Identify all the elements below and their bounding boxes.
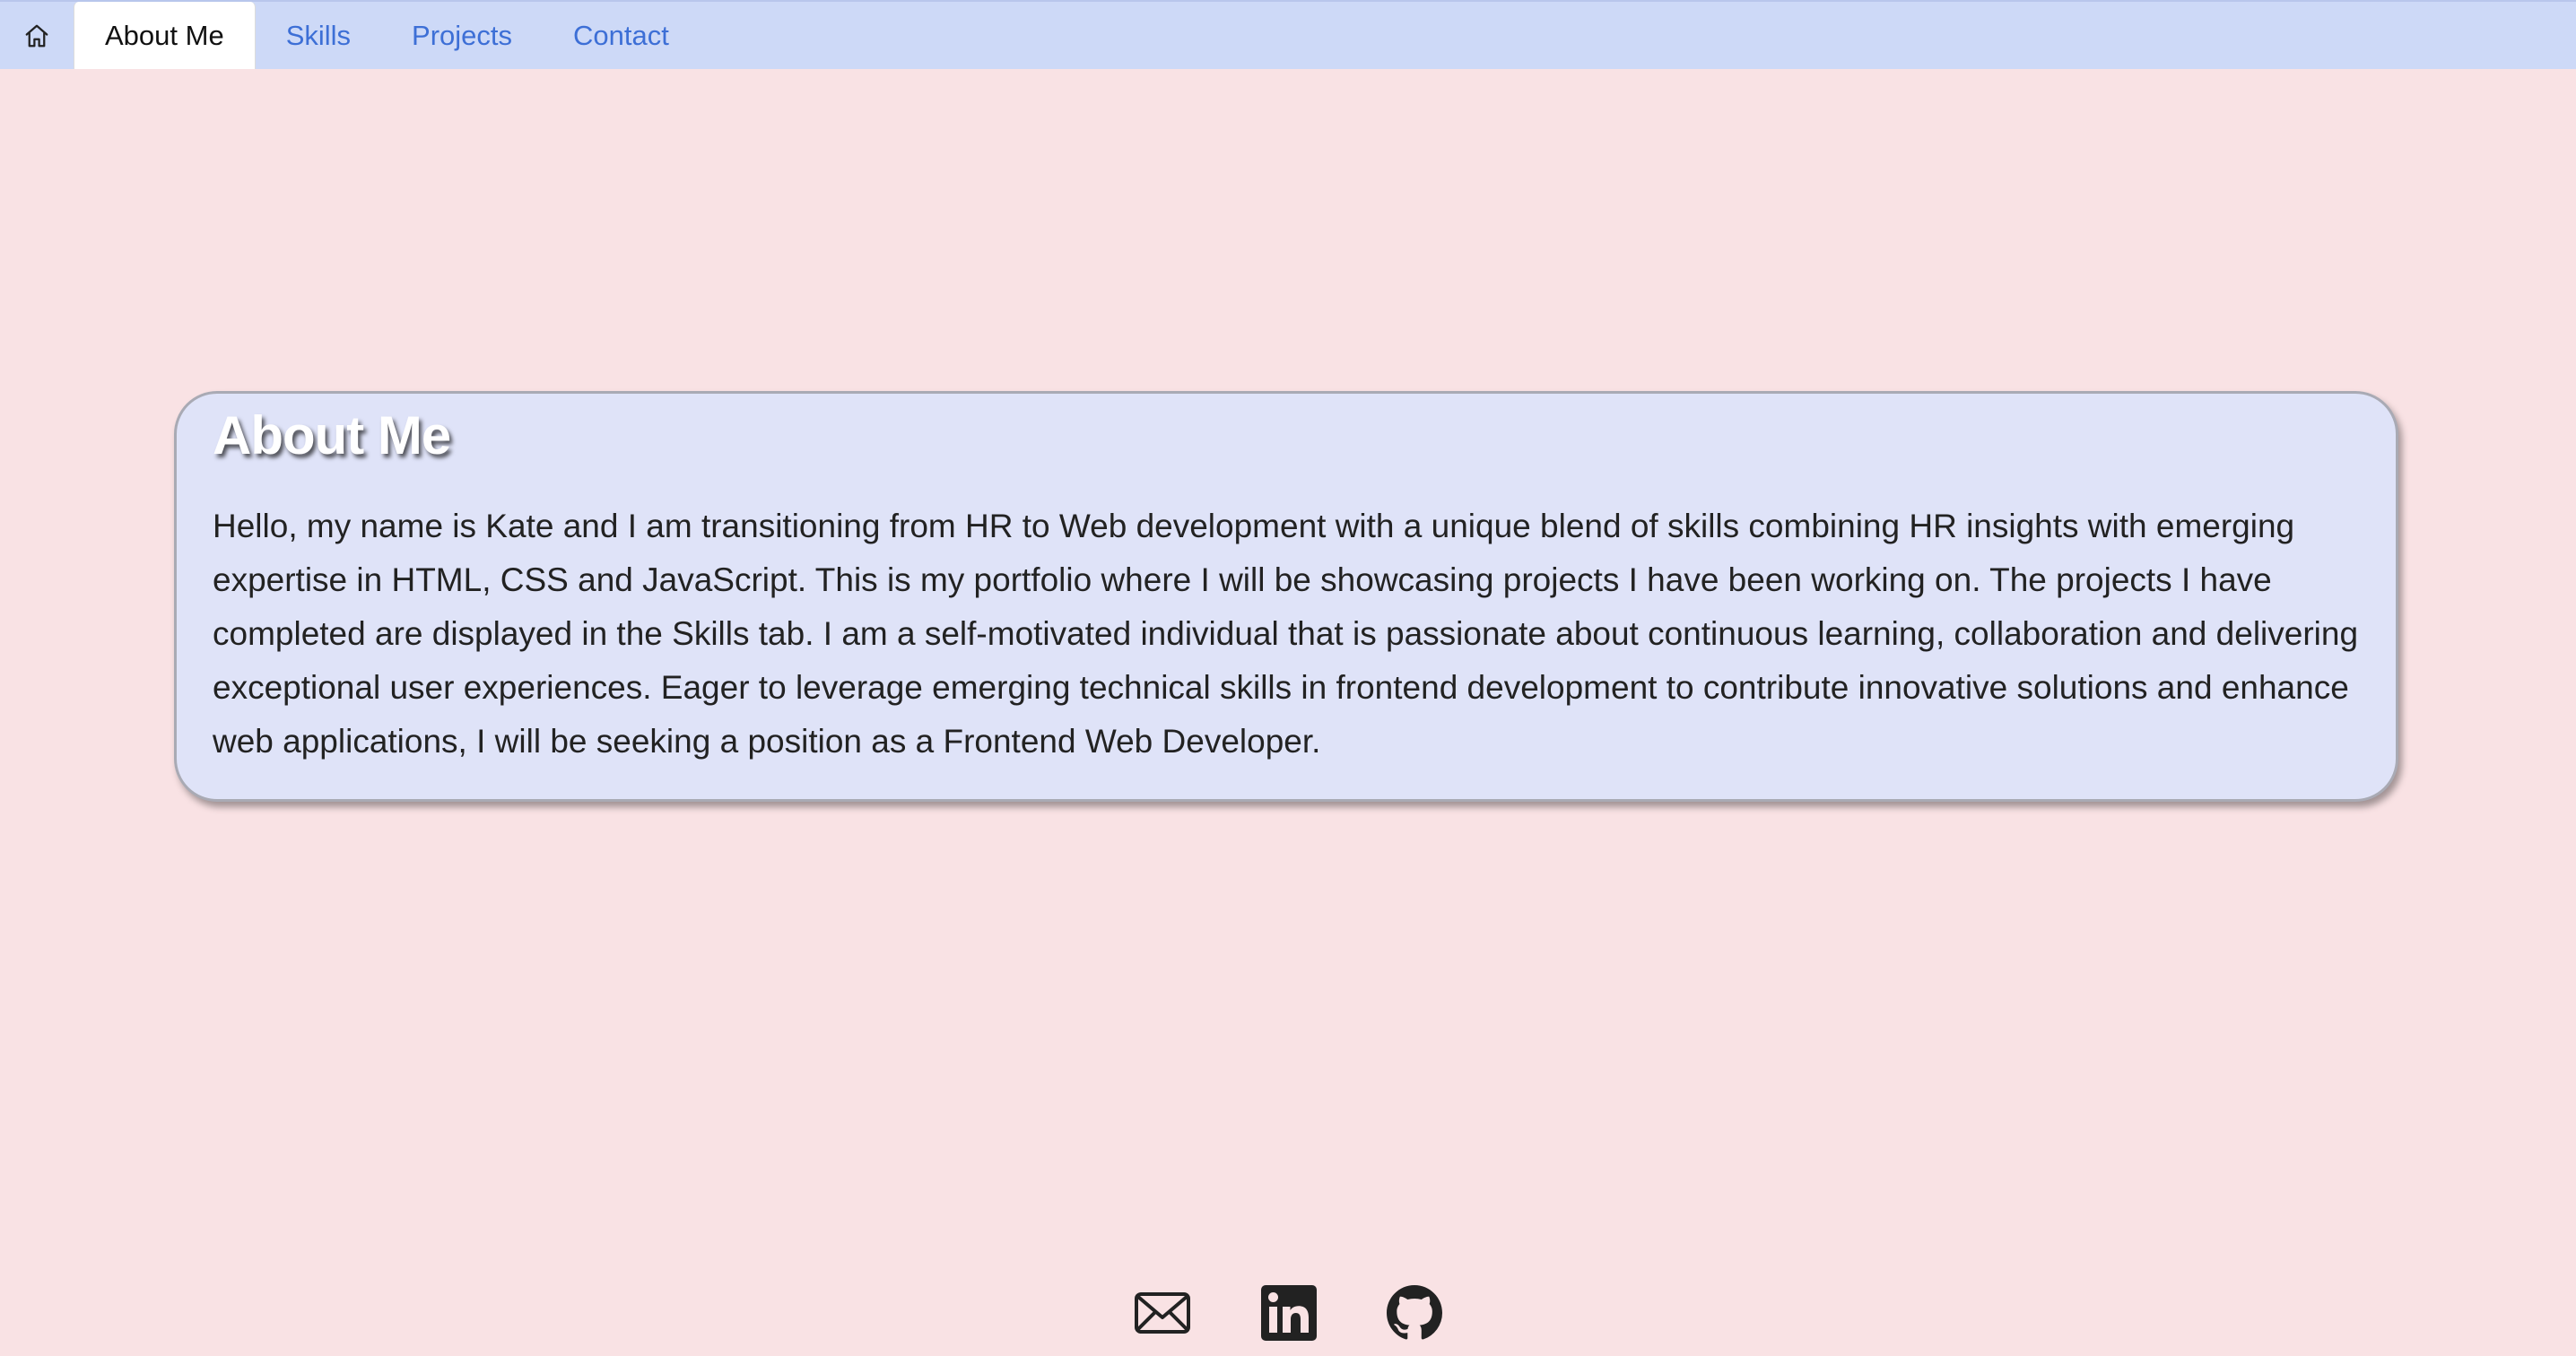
tab-projects[interactable]: Projects xyxy=(381,2,543,69)
tab-skills[interactable]: Skills xyxy=(256,2,381,69)
linkedin-icon xyxy=(1261,1285,1317,1341)
tab-contact[interactable]: Contact xyxy=(543,2,700,69)
about-me-title: About Me xyxy=(213,405,451,465)
email-link[interactable] xyxy=(1134,1284,1191,1342)
about-me-text: Hello, my name is Kate and I am transiti… xyxy=(213,508,2359,760)
top-navbar: About Me Skills Projects Contact xyxy=(0,0,2576,69)
github-icon xyxy=(1387,1285,1442,1340)
linkedin-link[interactable] xyxy=(1261,1284,1317,1342)
home-link[interactable] xyxy=(0,2,74,69)
house-icon xyxy=(25,24,48,47)
github-link[interactable] xyxy=(1387,1284,1442,1342)
envelope-icon xyxy=(1135,1292,1190,1334)
about-me-card: About Me Hello, my name is Kate and I am… xyxy=(174,391,2398,802)
tab-about-me[interactable]: About Me xyxy=(74,2,256,69)
social-links xyxy=(0,1284,2576,1342)
